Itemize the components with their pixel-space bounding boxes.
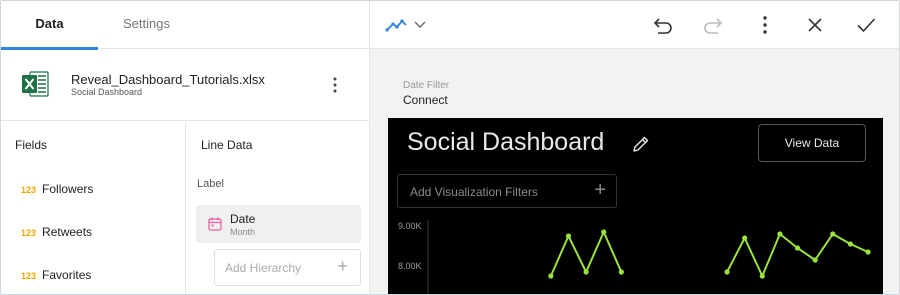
numeric-type-badge: 123 bbox=[21, 228, 37, 238]
tab-settings[interactable]: Settings bbox=[98, 1, 195, 49]
numeric-type-badge: 123 bbox=[21, 185, 37, 195]
field-favorites[interactable]: 123 Favorites bbox=[21, 268, 91, 282]
redo-icon[interactable] bbox=[701, 13, 725, 37]
label-field-name: Date bbox=[230, 212, 256, 226]
visualization-preview: Social Dashboard View Data Add Visualiza… bbox=[388, 118, 883, 294]
y-tick-label: 8.00K bbox=[398, 261, 422, 271]
field-label: Retweets bbox=[42, 225, 93, 239]
field-followers[interactable]: 123 Followers bbox=[21, 182, 93, 196]
data-point[interactable] bbox=[865, 249, 871, 255]
view-data-button[interactable]: View Data bbox=[758, 124, 866, 162]
tab-bar: Data Settings bbox=[1, 1, 369, 50]
series-line bbox=[549, 231, 623, 277]
fields-title: Fields bbox=[15, 138, 48, 152]
series-line bbox=[726, 233, 869, 277]
data-point[interactable] bbox=[618, 269, 624, 275]
line-chart-icon[interactable] bbox=[384, 13, 428, 37]
more-options-icon[interactable] bbox=[327, 75, 343, 95]
date-filter-value[interactable]: Connect bbox=[403, 93, 448, 107]
calendar-icon bbox=[208, 217, 222, 231]
check-icon[interactable] bbox=[854, 13, 878, 37]
data-point[interactable] bbox=[742, 235, 748, 241]
line-chart: 9.00K 8.00K bbox=[398, 220, 871, 294]
more-vertical-icon[interactable] bbox=[753, 13, 777, 37]
numeric-type-badge: 123 bbox=[21, 271, 37, 281]
label-field-date[interactable]: Date Month bbox=[196, 205, 361, 243]
add-visualization-filters[interactable]: Add Visualization Filters + bbox=[397, 174, 617, 208]
field-retweets[interactable]: 123 Retweets bbox=[21, 225, 92, 239]
pencil-icon[interactable] bbox=[631, 134, 651, 154]
data-point[interactable] bbox=[794, 245, 801, 251]
add-hierarchy-button[interactable]: Add Hierarchy + bbox=[214, 249, 361, 286]
data-point[interactable] bbox=[601, 229, 607, 235]
excel-file-icon bbox=[22, 71, 49, 97]
tab-data[interactable]: Data bbox=[1, 1, 98, 50]
close-icon[interactable] bbox=[803, 13, 827, 37]
data-point[interactable] bbox=[548, 273, 554, 279]
data-point[interactable] bbox=[847, 241, 853, 247]
data-point[interactable] bbox=[583, 269, 589, 275]
y-tick-label: 9.00K bbox=[398, 221, 422, 231]
data-point[interactable] bbox=[759, 273, 765, 279]
preview-panel: Date Filter Connect Social Dashboard Vie… bbox=[370, 1, 899, 294]
fields-list: Fields 123 Followers 123 Retweets 123 Favor… bbox=[1, 122, 186, 294]
visualization-title: Social Dashboard bbox=[407, 128, 605, 156]
file-sheet-name: Social Dashboard bbox=[71, 87, 143, 97]
data-editor-panel: Data Settings Reveal_Dashboard_Tutorials… bbox=[1, 1, 370, 294]
date-filter-label: Date Filter bbox=[403, 80, 450, 91]
data-point[interactable] bbox=[777, 231, 783, 237]
plus-icon: + bbox=[594, 179, 606, 201]
data-point[interactable] bbox=[812, 257, 818, 263]
field-label: Followers bbox=[42, 182, 94, 196]
add-hierarchy-label: Add Hierarchy bbox=[225, 261, 302, 275]
undo-icon[interactable] bbox=[651, 13, 675, 37]
viz-filter-placeholder: Add Visualization Filters bbox=[410, 185, 538, 199]
field-label: Favorites bbox=[42, 268, 92, 282]
data-point[interactable] bbox=[724, 269, 730, 275]
label-section-title: Label bbox=[197, 178, 224, 190]
label-field-aggregation: Month bbox=[230, 227, 256, 237]
line-data-title: Line Data bbox=[201, 138, 253, 152]
data-source-row[interactable]: Reveal_Dashboard_Tutorials.xlsx Social D… bbox=[1, 49, 369, 121]
data-point[interactable] bbox=[830, 231, 836, 237]
file-name: Reveal_Dashboard_Tutorials.xlsx bbox=[71, 72, 265, 87]
editor-toolbar bbox=[370, 1, 899, 49]
data-point[interactable] bbox=[565, 233, 572, 239]
app-window: Data Settings Reveal_Dashboard_Tutorials… bbox=[0, 0, 900, 295]
line-data-config: Line Data Label Date Month Add Hierarchy… bbox=[187, 122, 369, 294]
plus-icon: + bbox=[337, 256, 348, 276]
